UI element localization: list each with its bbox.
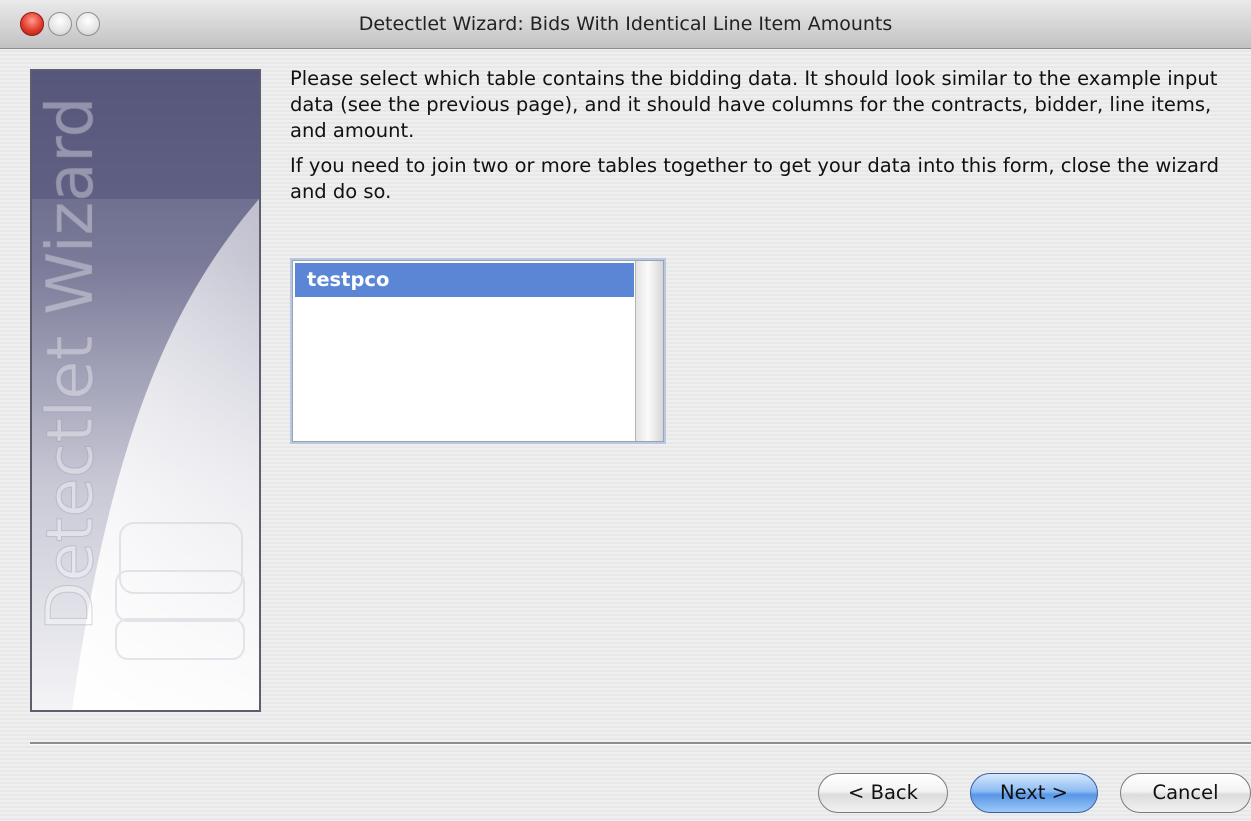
table-list[interactable]: testpco bbox=[292, 260, 664, 442]
wizard-window: Detectlet Wizard: Bids With Identical Li… bbox=[0, 0, 1251, 821]
window-title: Detectlet Wizard: Bids With Identical Li… bbox=[358, 13, 893, 35]
button-separator bbox=[30, 742, 1251, 745]
instructions-paragraph-1: Please select which table contains the b… bbox=[290, 67, 1218, 142]
sidebar-banner-text: Detectlet Wizard bbox=[34, 97, 108, 631]
wizard-sidebar-banner: Detectlet Wizard bbox=[30, 69, 261, 712]
instructions: Please select which table contains the b… bbox=[290, 66, 1240, 214]
list-item-testpco[interactable]: testpco bbox=[295, 263, 634, 297]
back-button[interactable]: < Back bbox=[818, 773, 948, 813]
title-bar[interactable]: Detectlet Wizard: Bids With Identical Li… bbox=[0, 0, 1251, 49]
cancel-button[interactable]: Cancel bbox=[1120, 773, 1251, 813]
table-list-scrollbar[interactable] bbox=[635, 261, 663, 441]
instructions-paragraph-2: If you need to join two or more tables t… bbox=[290, 154, 1219, 203]
next-button[interactable]: Next > bbox=[970, 773, 1098, 813]
